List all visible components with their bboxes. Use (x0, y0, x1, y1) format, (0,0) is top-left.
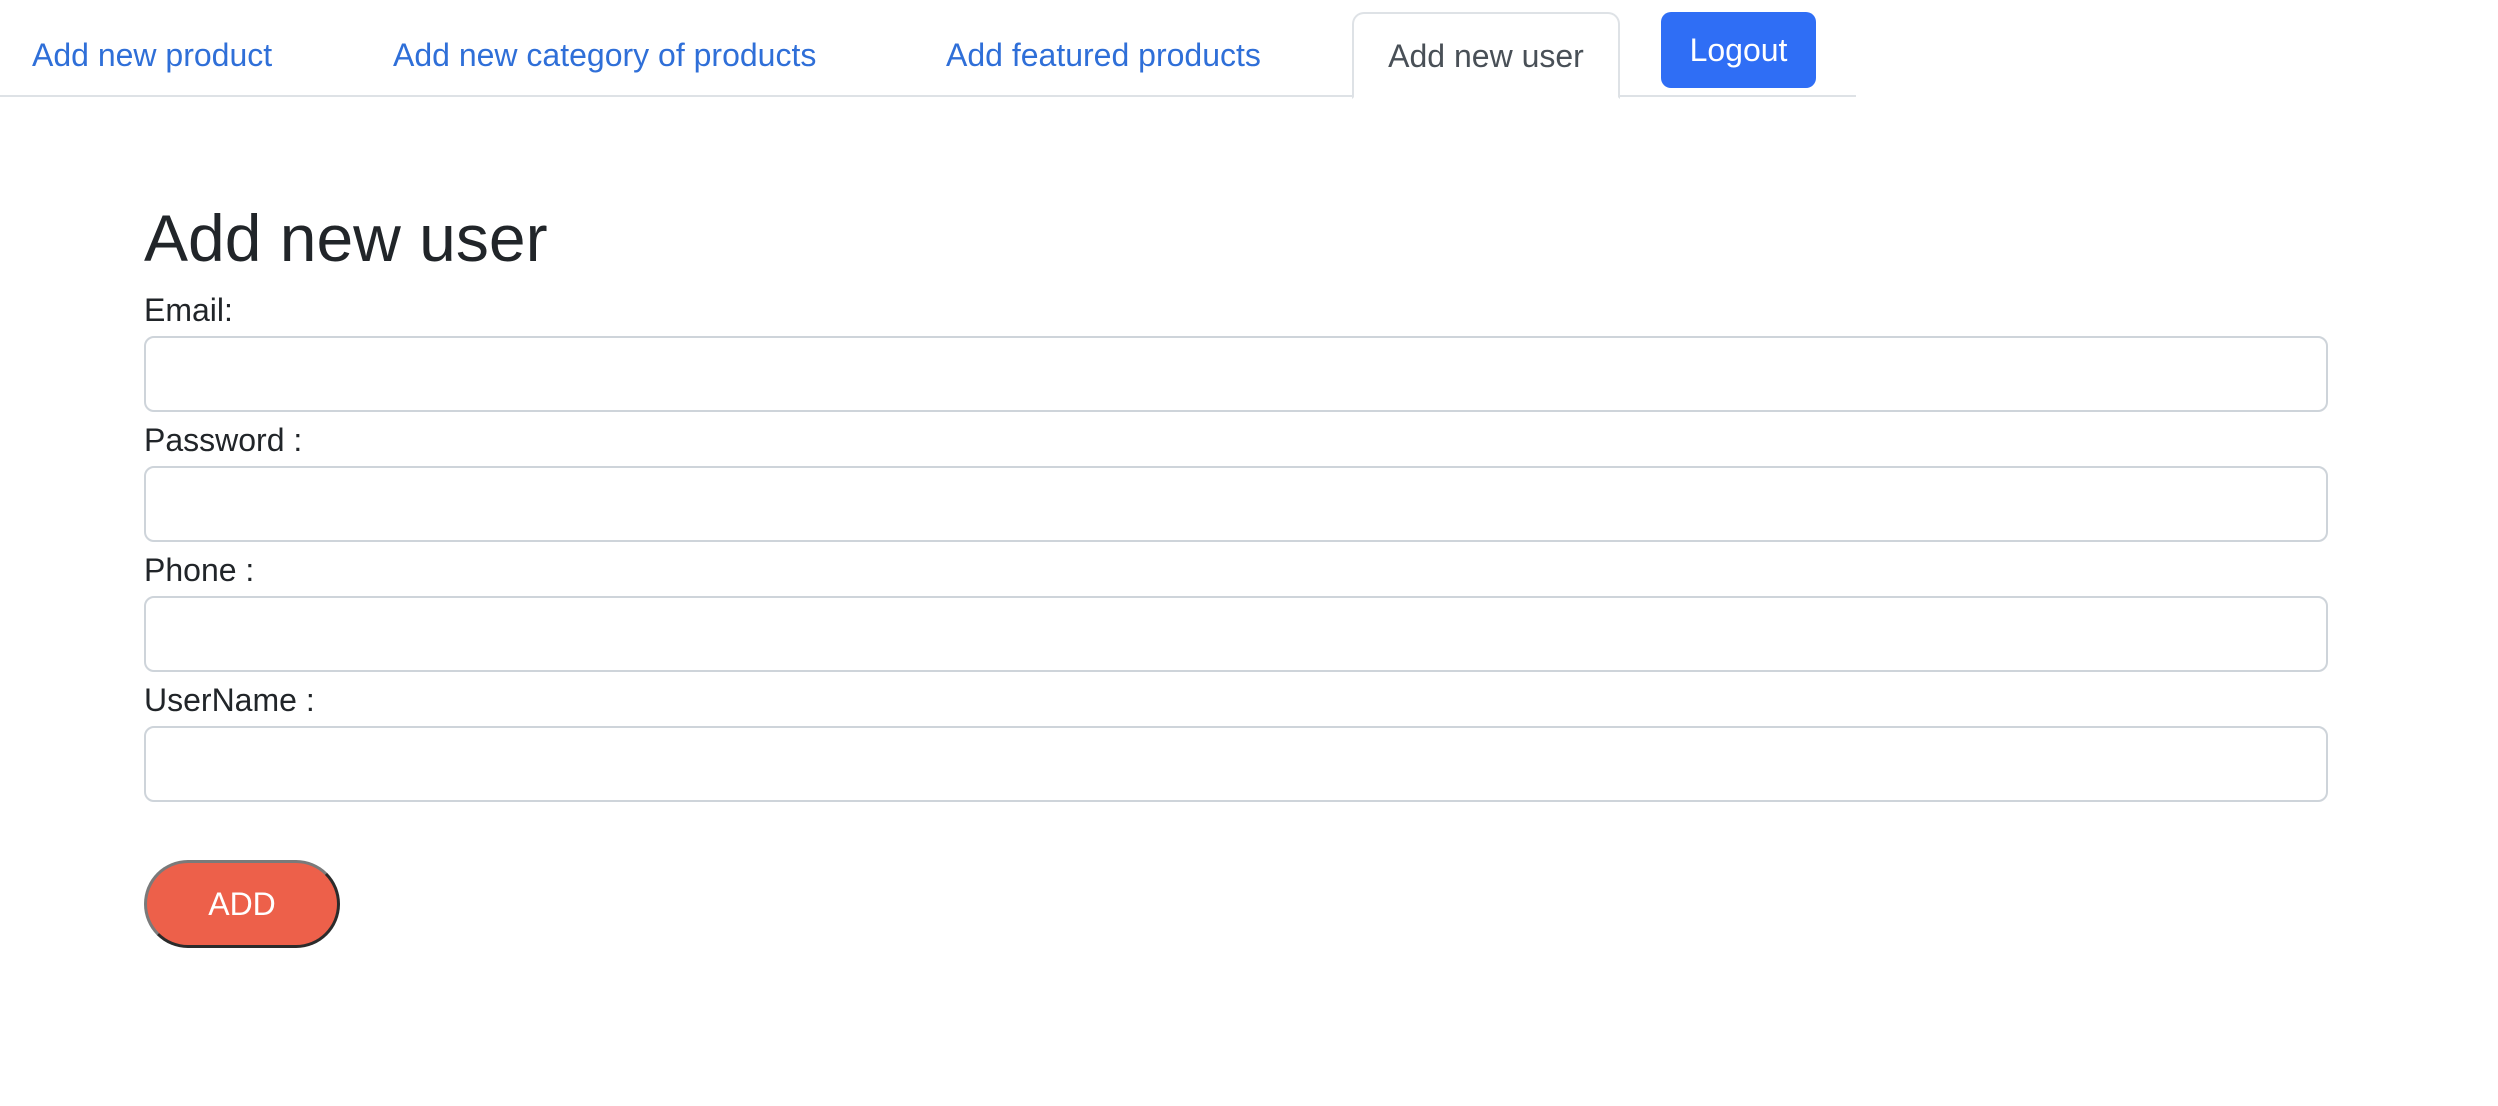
nav-link-add-featured-products[interactable]: Add featured products (946, 33, 1261, 77)
top-nav: Add new product Add new category of prod… (0, 0, 1856, 99)
email-field[interactable] (144, 336, 2328, 412)
password-field[interactable] (144, 466, 2328, 542)
page-title: Add new user (144, 201, 548, 275)
password-label: Password : (144, 422, 303, 458)
username-label: UserName : (144, 682, 315, 718)
phone-label: Phone : (144, 552, 255, 588)
logout-button[interactable]: Logout (1661, 12, 1816, 88)
nav-link-add-new-product[interactable]: Add new product (32, 33, 272, 77)
phone-field[interactable] (144, 596, 2328, 672)
nav-link-add-new-category[interactable]: Add new category of products (393, 33, 816, 77)
email-label: Email: (144, 292, 233, 328)
add-button[interactable]: ADD (144, 860, 340, 948)
tab-add-new-user[interactable]: Add new user (1352, 12, 1620, 99)
username-field[interactable] (144, 726, 2328, 802)
add-user-form: Add new user Email: Password : Phone : U… (144, 190, 2328, 948)
